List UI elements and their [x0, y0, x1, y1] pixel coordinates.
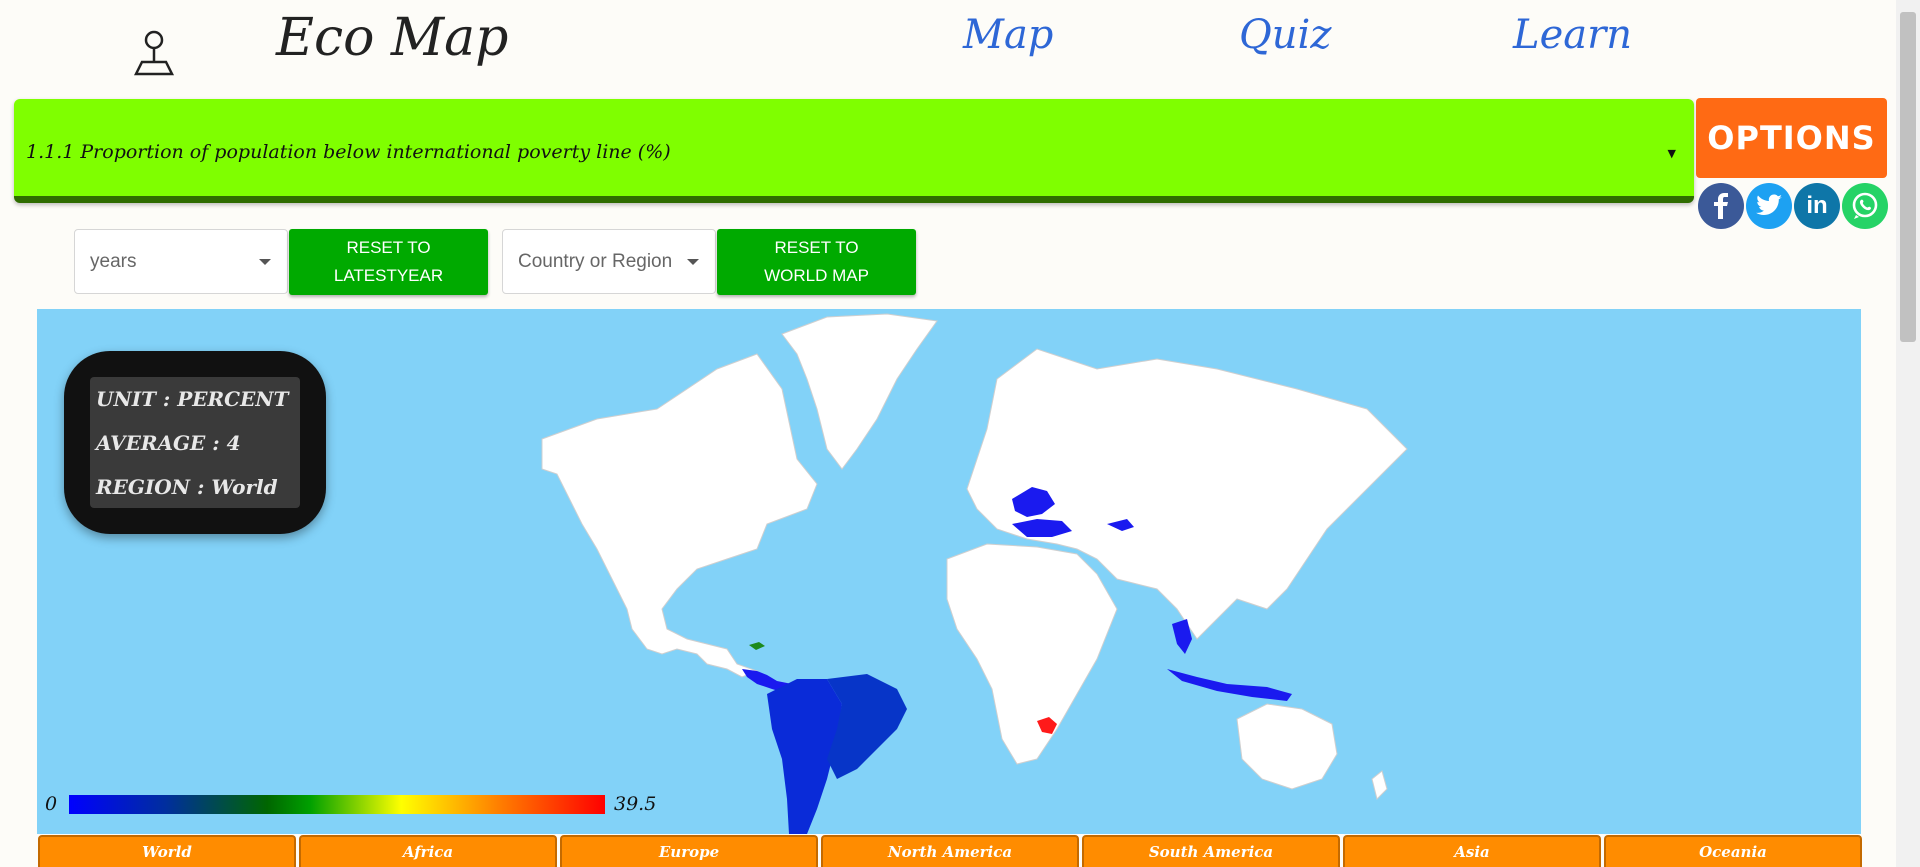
- dropdown-arrow-icon: [259, 259, 271, 265]
- region-tab-south-america[interactable]: South America: [1082, 835, 1340, 867]
- reset-world-map-button[interactable]: RESET TO WORLD MAP: [717, 229, 916, 295]
- app-brand-title: Eco Map: [276, 8, 509, 68]
- map-africa: [946, 543, 1118, 765]
- info-region: REGION : World: [96, 475, 278, 499]
- info-average: AVERAGE : 4: [96, 431, 241, 455]
- map-australia: [1236, 703, 1338, 790]
- color-scale-legend: [69, 795, 605, 814]
- country-region-select-value: Country or Region: [518, 250, 673, 272]
- years-select-value: years: [90, 250, 137, 272]
- indicator-select[interactable]: 1.1.1 Proportion of population below int…: [14, 99, 1694, 203]
- years-select[interactable]: years: [74, 229, 288, 294]
- region-tab-north-america[interactable]: North America: [821, 835, 1079, 867]
- map-central-america-green: [749, 642, 765, 650]
- scrollbar-thumb[interactable]: [1900, 12, 1916, 342]
- options-button[interactable]: OPTIONS: [1696, 98, 1887, 178]
- region-tab-oceania[interactable]: Oceania: [1604, 835, 1862, 867]
- indicator-label: 1.1.1 Proportion of population below int…: [26, 141, 671, 163]
- region-tab-world[interactable]: World: [38, 835, 296, 867]
- facebook-icon: [1714, 193, 1728, 219]
- nav-map-link[interactable]: Map: [963, 12, 1053, 58]
- reset-latest-year-button[interactable]: RESET TO LATESTYEAR: [289, 229, 488, 295]
- whatsapp-share-button[interactable]: [1842, 183, 1888, 229]
- twitter-share-button[interactable]: [1746, 183, 1792, 229]
- info-panel-inner: UNIT : PERCENT AVERAGE : 4 REGION : Worl…: [90, 377, 300, 508]
- info-unit: UNIT : PERCENT: [96, 387, 289, 411]
- map-north-america: [541, 353, 818, 678]
- info-panel: UNIT : PERCENT AVERAGE : 4 REGION : Worl…: [64, 351, 326, 534]
- page-scrollbar[interactable]: [1896, 0, 1920, 867]
- country-region-select[interactable]: Country or Region: [502, 229, 716, 294]
- whatsapp-icon: [1852, 192, 1878, 219]
- facebook-share-button[interactable]: [1698, 183, 1744, 229]
- legend-min-value: 0: [45, 793, 58, 815]
- region-tab-europe[interactable]: Europe: [560, 835, 818, 867]
- map-indonesia: [1167, 669, 1292, 701]
- nav-learn-link[interactable]: Learn: [1513, 12, 1632, 58]
- region-tab-africa[interactable]: Africa: [299, 835, 557, 867]
- region-tab-bar: World Africa Europe North America South …: [38, 835, 1862, 867]
- linkedin-share-button[interactable]: in: [1794, 183, 1840, 229]
- nav-quiz-link[interactable]: Quiz: [1239, 12, 1331, 58]
- twitter-icon: [1756, 194, 1782, 215]
- dropdown-arrow-icon: [687, 259, 699, 265]
- caret-down-icon: ▼: [1667, 147, 1676, 160]
- map-pin-logo-icon: [133, 30, 175, 76]
- linkedin-icon: in: [1806, 192, 1828, 219]
- legend-max-value: 39.5: [614, 793, 657, 815]
- top-navigation-bar: Eco Map Map Quiz Learn: [0, 0, 1896, 92]
- map-brazil: [827, 674, 907, 779]
- region-tab-asia[interactable]: Asia: [1343, 835, 1601, 867]
- map-new-zealand: [1371, 770, 1388, 800]
- map-greenland: [781, 313, 938, 470]
